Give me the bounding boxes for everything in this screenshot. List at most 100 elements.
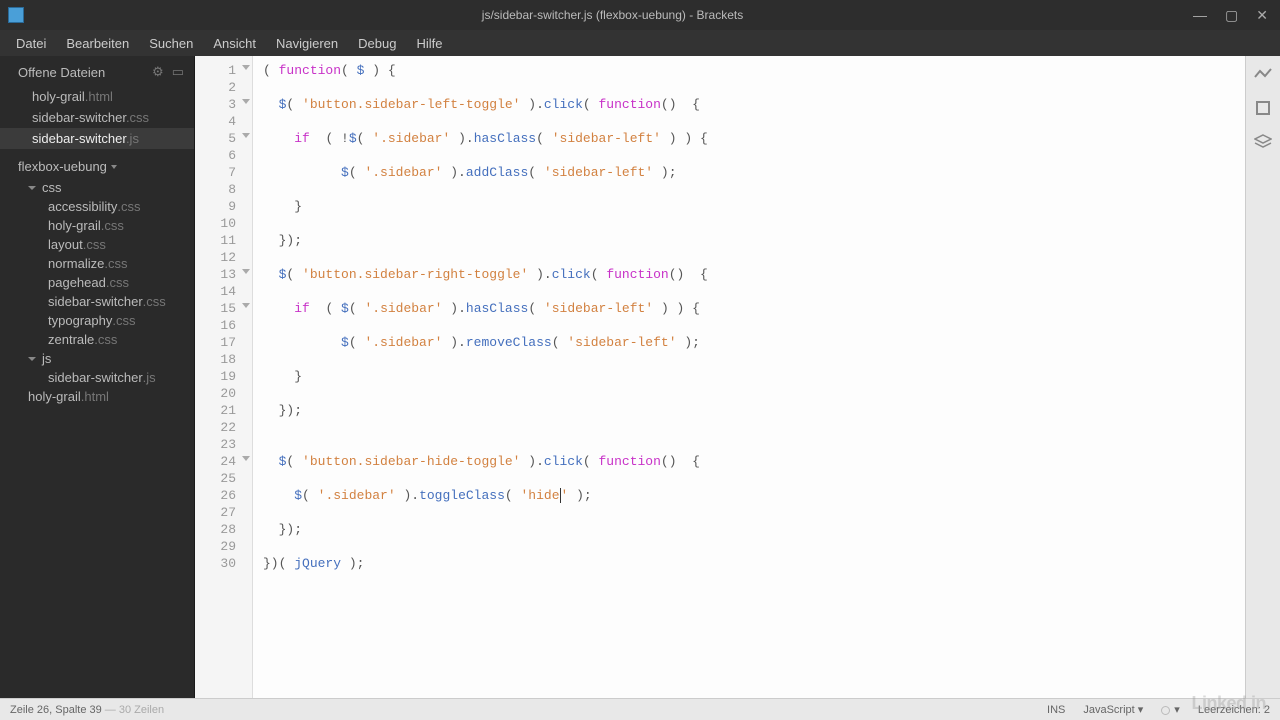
code-line: })( jQuery );	[263, 555, 1245, 572]
line-number: 21	[195, 402, 252, 419]
menu-hilfe[interactable]: Hilfe	[406, 32, 452, 55]
tree-file-item[interactable]: pagehead.css	[0, 273, 194, 292]
code-line: $( '.sidebar' ).addClass( 'sidebar-left'…	[263, 164, 1245, 181]
close-icon[interactable]: ✕	[1256, 7, 1268, 24]
live-preview-icon[interactable]	[1253, 66, 1273, 82]
layers-icon[interactable]	[1253, 134, 1273, 150]
line-number: 11	[195, 232, 252, 249]
tree-file-item[interactable]: sidebar-switcher.css	[0, 292, 194, 311]
folder-caret-icon	[28, 357, 36, 361]
code-line: }	[263, 368, 1245, 385]
project-title[interactable]: flexbox-uebung	[0, 149, 194, 178]
code-line: $( 'button.sidebar-right-toggle' ).click…	[263, 266, 1245, 283]
watermark: Linked in	[1191, 693, 1266, 714]
code-line	[263, 113, 1245, 130]
right-toolbar	[1245, 56, 1280, 698]
line-number: 18	[195, 351, 252, 368]
language-mode[interactable]: JavaScript ▾	[1083, 703, 1143, 716]
tree-file-item[interactable]: sidebar-switcher.js	[0, 368, 194, 387]
menu-bearbeiten[interactable]: Bearbeiten	[56, 32, 139, 55]
split-view-icon[interactable]: ▭	[172, 64, 184, 80]
tree-file-item[interactable]: layout.css	[0, 235, 194, 254]
fold-caret-icon[interactable]	[242, 99, 250, 104]
code-line: });	[263, 402, 1245, 419]
line-number: 28	[195, 521, 252, 538]
folder-css[interactable]: css	[0, 178, 194, 197]
status-bar: Zeile 26, Spalte 39 — 30 Zeilen INS Java…	[0, 698, 1280, 720]
menu-datei[interactable]: Datei	[6, 32, 56, 55]
workspace: Offene Dateien ⚙ ▭ holy-grail.htmlsideba…	[0, 56, 1280, 698]
tree-file-item[interactable]: holy-grail.css	[0, 216, 194, 235]
line-number: 23	[195, 436, 252, 453]
line-number: 29	[195, 538, 252, 555]
code-line	[263, 181, 1245, 198]
extension-manager-icon[interactable]	[1253, 100, 1273, 116]
lint-status[interactable]: ▾	[1161, 703, 1180, 716]
code-line	[263, 283, 1245, 300]
line-number: 6	[195, 147, 252, 164]
code-line: });	[263, 232, 1245, 249]
tree-file-item[interactable]: normalize.css	[0, 254, 194, 273]
window-controls: — ▢ ✕	[1193, 7, 1280, 24]
code-line	[263, 79, 1245, 96]
menu-suchen[interactable]: Suchen	[139, 32, 203, 55]
fold-caret-icon[interactable]	[242, 65, 250, 70]
menu-bar: DateiBearbeitenSuchenAnsichtNavigierenDe…	[0, 30, 1280, 56]
line-number: 19	[195, 368, 252, 385]
tree-file-item[interactable]: zentrale.css	[0, 330, 194, 349]
folder-js[interactable]: js	[0, 349, 194, 368]
code-line: });	[263, 521, 1245, 538]
fold-caret-icon[interactable]	[242, 269, 250, 274]
line-number: 7	[195, 164, 252, 181]
tree-file-item[interactable]: holy-grail.html	[0, 387, 194, 406]
open-file-item[interactable]: sidebar-switcher.css	[0, 107, 194, 128]
gear-icon[interactable]: ⚙	[152, 64, 164, 80]
fold-caret-icon[interactable]	[242, 456, 250, 461]
fold-caret-icon[interactable]	[242, 133, 250, 138]
maximize-icon[interactable]: ▢	[1225, 7, 1238, 24]
open-file-item[interactable]: holy-grail.html	[0, 86, 194, 107]
minimize-icon[interactable]: —	[1193, 7, 1207, 24]
menu-ansicht[interactable]: Ansicht	[203, 32, 266, 55]
code-line: $( 'button.sidebar-left-toggle' ).click(…	[263, 96, 1245, 113]
open-files-label: Offene Dateien	[18, 65, 105, 80]
code-line	[263, 419, 1245, 436]
menu-navigieren[interactable]: Navigieren	[266, 32, 348, 55]
line-number: 4	[195, 113, 252, 130]
sidebar: Offene Dateien ⚙ ▭ holy-grail.htmlsideba…	[0, 56, 195, 698]
app-icon	[8, 7, 24, 23]
open-files-list: holy-grail.htmlsidebar-switcher.csssideb…	[0, 86, 194, 149]
title-bar: js/sidebar-switcher.js (flexbox-uebung) …	[0, 0, 1280, 30]
code-line	[263, 351, 1245, 368]
open-files-header: Offene Dateien ⚙ ▭	[0, 56, 194, 86]
code-line	[263, 385, 1245, 402]
line-number: 16	[195, 317, 252, 334]
window-title: js/sidebar-switcher.js (flexbox-uebung) …	[32, 8, 1193, 22]
tree-file-item[interactable]: accessibility.css	[0, 197, 194, 216]
insert-mode[interactable]: INS	[1047, 704, 1065, 716]
folder-label: css	[42, 180, 62, 195]
code-line	[263, 249, 1245, 266]
code-line: }	[263, 198, 1245, 215]
line-number: 15	[195, 300, 252, 317]
line-number: 20	[195, 385, 252, 402]
chevron-down-icon	[111, 165, 117, 169]
code-line	[263, 317, 1245, 334]
line-number: 3	[195, 96, 252, 113]
fold-caret-icon[interactable]	[242, 303, 250, 308]
line-count: 30 Zeilen	[119, 704, 164, 716]
line-number: 12	[195, 249, 252, 266]
line-number: 10	[195, 215, 252, 232]
cursor-position[interactable]: Zeile 26, Spalte 39	[10, 704, 102, 716]
code-content[interactable]: ( function( $ ) { $( 'button.sidebar-lef…	[253, 56, 1245, 698]
open-file-item[interactable]: sidebar-switcher.js	[0, 128, 194, 149]
menu-debug[interactable]: Debug	[348, 32, 406, 55]
line-number: 17	[195, 334, 252, 351]
project-name: flexbox-uebung	[18, 159, 107, 174]
code-line	[263, 538, 1245, 555]
code-line: $( '.sidebar' ).toggleClass( 'hide' );	[263, 487, 1245, 504]
code-line: ( function( $ ) {	[263, 62, 1245, 79]
tree-file-item[interactable]: typography.css	[0, 311, 194, 330]
editor-area[interactable]: 1234567891011121314151617181920212223242…	[195, 56, 1245, 698]
gutter: 1234567891011121314151617181920212223242…	[195, 56, 253, 698]
